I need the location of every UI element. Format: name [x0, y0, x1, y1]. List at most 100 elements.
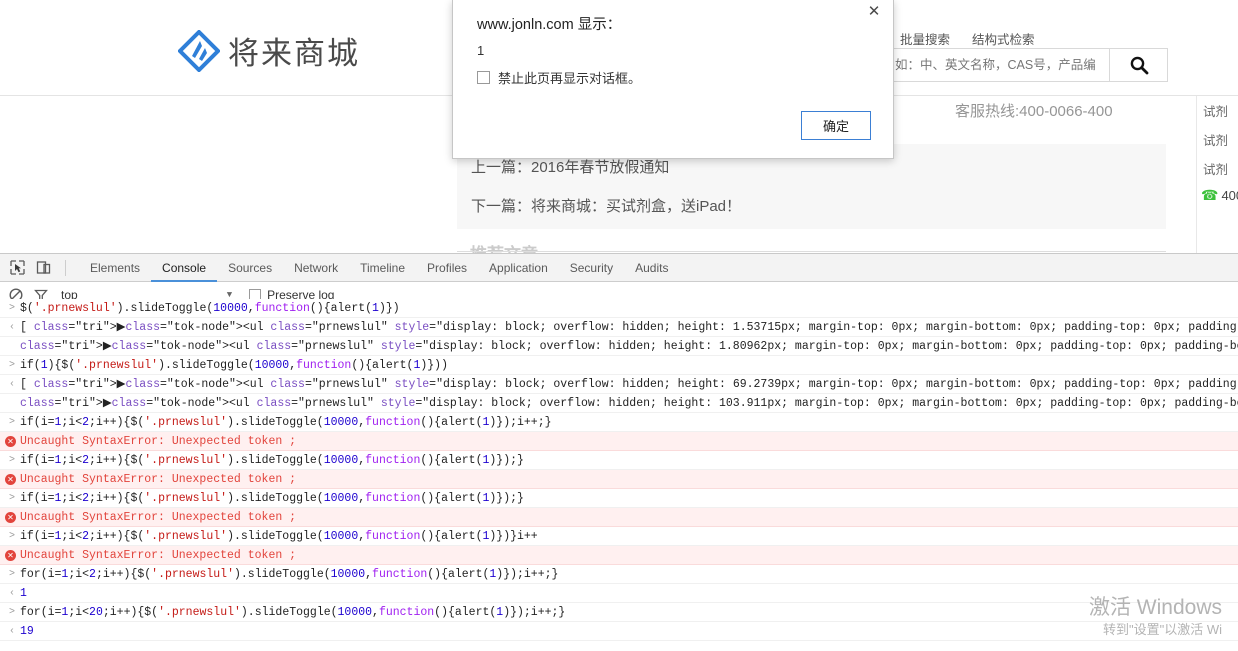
brand-name: 将来商城: [228, 36, 360, 71]
console-output[interactable]: > $('.prnewslul').slideToggle(10000,funct…: [0, 299, 1238, 642]
devtools-tool-icons: [0, 259, 79, 276]
device-toolbar-icon[interactable]: [35, 260, 51, 276]
tab-security[interactable]: Security: [559, 254, 624, 282]
gutter-marker: >: [8, 531, 15, 542]
console-line-text: 19: [20, 625, 34, 638]
console-input-line: > for(i=1;i<20;i++){$('.prnewslul').slide…: [0, 603, 1238, 622]
side-item-reagent-3[interactable]: 试剂: [1197, 154, 1238, 183]
error-icon: ✕: [5, 512, 16, 523]
console-error-line: ✕ Uncaught SyntaxError: Unexpected token …: [0, 546, 1238, 565]
tab-console[interactable]: Console: [151, 254, 218, 282]
link-structure-search[interactable]: 结构式检索: [972, 29, 1035, 48]
toolbar-divider: [65, 259, 66, 276]
search-input[interactable]: [889, 49, 1109, 81]
gutter-marker: >: [8, 607, 15, 618]
console-output-line: class="tri">▶class="tok-node"><ul class=…: [0, 394, 1238, 413]
console-output-line: ‹[ class="tri">▶class="tok-node"><ul cla…: [0, 318, 1238, 337]
console-output-line: ‹ 1: [0, 584, 1238, 603]
chevron-down-icon[interactable]: ▼: [227, 290, 232, 300]
console-error-line: ✕ Uncaught SyntaxError: Unexpected token …: [0, 470, 1238, 489]
console-line-text: for(i=1;i<2;i++){$('.prnewslul').slideTo…: [20, 568, 559, 581]
suppress-dialogs-checkbox[interactable]: [477, 71, 490, 84]
console-prompt[interactable]: >: [0, 641, 1238, 642]
console-output-line: ‹ 19: [0, 622, 1238, 641]
console-line-text: Uncaught SyntaxError: Unexpected token ;: [20, 435, 297, 448]
error-icon: ✕: [5, 550, 16, 561]
phone-icon: ☎: [1201, 187, 1219, 203]
gutter-marker: >: [8, 360, 15, 371]
console-line-text: if(i=1;i<2;i++){$('.prnewslul').slideTog…: [20, 416, 552, 429]
brand-diamond-icon: [178, 29, 220, 72]
gutter-marker: ‹: [8, 588, 15, 599]
tab-timeline[interactable]: Timeline: [349, 254, 416, 282]
console-output-line: ‹[ class="tri">▶class="tok-node"><ul cla…: [0, 375, 1238, 394]
gutter-marker: ‹: [8, 322, 15, 333]
site-logo[interactable]: 将来商城: [178, 28, 360, 73]
console-line-text: 1: [20, 587, 27, 600]
console-line-text: Uncaught SyntaxError: Unexpected token ;: [20, 473, 297, 486]
console-line-text: $('.prnewslul').slideToggle(10000,functi…: [20, 302, 400, 315]
console-line-text: [ class="tri">▶: [20, 378, 126, 391]
console-input-line: > for(i=1;i<2;i++){$('.prnewslul').slideT…: [0, 565, 1238, 584]
javascript-alert-dialog: ✕ www.jonln.com 显示： 1 禁止此页再显示对话框。 确定: [452, 0, 894, 159]
console-line-text: class="tri">▶: [20, 340, 112, 353]
console-line-text: Uncaught SyntaxError: Unexpected token ;: [20, 549, 297, 562]
console-line-text: [ class="tri">▶: [20, 321, 126, 334]
dialog-ok-button[interactable]: 确定: [801, 111, 871, 140]
console-input-line: > if(i=1;i<2;i++){$('.prnewslul').slideTo…: [0, 527, 1238, 546]
console-error-line: ✕ Uncaught SyntaxError: Unexpected token …: [0, 432, 1238, 451]
console-line-text: if(i=1;i<2;i++){$('.prnewslul').slideTog…: [20, 454, 524, 467]
search-box: [888, 48, 1168, 82]
error-icon: ✕: [5, 474, 16, 485]
devtools-tabbar: Elements Console Sources Network Timelin…: [0, 254, 1238, 282]
gutter-marker: >: [6, 641, 18, 642]
console-input-line: > if(1){$('.prnewslul').slideToggle(10000…: [0, 356, 1238, 375]
side-phone-number: 400: [1221, 188, 1238, 203]
dialog-message: 1: [477, 43, 485, 58]
console-line-text: if(i=1;i<2;i++){$('.prnewslul').slideTog…: [20, 530, 538, 543]
inspect-cursor-icon[interactable]: [9, 260, 25, 276]
error-icon: ✕: [5, 436, 16, 447]
gutter-marker: >: [8, 303, 15, 314]
suppress-dialogs-row[interactable]: 禁止此页再显示对话框。: [477, 68, 641, 87]
console-line-text: Uncaught SyntaxError: Unexpected token ;: [20, 511, 297, 524]
console-input-line: > $('.prnewslul').slideToggle(10000,funct…: [0, 299, 1238, 318]
devtools-tabs: Elements Console Sources Network Timelin…: [79, 254, 679, 282]
tab-sources[interactable]: Sources: [217, 254, 283, 282]
section-divider: [457, 251, 1166, 252]
console-input-line: > if(i=1;i<2;i++){$('.prnewslul').slideTo…: [0, 451, 1238, 470]
search-icon: [1130, 56, 1148, 75]
header-links: 批量搜索 结构式检索: [900, 29, 1035, 48]
right-side-panel: 试剂 试剂 试剂 ☎ 400: [1196, 96, 1238, 253]
console-error-line: ✕ Uncaught SyntaxError: Unexpected token …: [0, 508, 1238, 527]
header-right: 批量搜索 结构式检索: [888, 0, 1238, 96]
side-phone[interactable]: ☎ 400: [1197, 187, 1238, 204]
screen-root: 将来商城 批量搜索 结构式检索 客服热线:40: [0, 0, 1238, 651]
next-article-link[interactable]: 下一篇：将来商城：买试剂盒，送iPad！: [471, 195, 1166, 216]
devtools-panel: Elements Console Sources Network Timelin…: [0, 253, 1238, 651]
console-line-text: if(1){$('.prnewslul').slideToggle(10000,…: [20, 359, 448, 372]
link-batch-search[interactable]: 批量搜索: [900, 29, 950, 48]
console-line-text: for(i=1;i<20;i++){$('.prnewslul').slideT…: [20, 606, 566, 619]
console-input-line: > if(i=1;i<2;i++){$('.prnewslul').slideTo…: [0, 413, 1238, 432]
search-button[interactable]: [1109, 49, 1167, 81]
tab-elements[interactable]: Elements: [79, 254, 151, 282]
suppress-dialogs-label: 禁止此页再显示对话框。: [498, 71, 642, 86]
side-item-reagent-1[interactable]: 试剂: [1197, 96, 1238, 125]
prev-article-link[interactable]: 上一篇：2016年春节放假通知: [471, 156, 1166, 177]
tab-application[interactable]: Application: [478, 254, 559, 282]
close-icon[interactable]: ✕: [864, 2, 884, 22]
console-line-text: class="tri">▶: [20, 397, 112, 410]
tab-profiles[interactable]: Profiles: [416, 254, 478, 282]
tab-audits[interactable]: Audits: [624, 254, 679, 282]
gutter-marker: >: [8, 569, 15, 580]
gutter-marker: ‹: [8, 379, 15, 390]
gutter-marker: >: [8, 455, 15, 466]
tab-network[interactable]: Network: [283, 254, 349, 282]
gutter-marker: ‹: [8, 626, 15, 637]
dialog-title: www.jonln.com 显示：: [477, 17, 622, 33]
gutter-marker: >: [8, 417, 15, 428]
side-item-reagent-2[interactable]: 试剂: [1197, 125, 1238, 154]
console-line-text: if(i=1;i<2;i++){$('.prnewslul').slideTog…: [20, 492, 524, 505]
console-output-line: class="tri">▶class="tok-node"><ul class=…: [0, 337, 1238, 356]
